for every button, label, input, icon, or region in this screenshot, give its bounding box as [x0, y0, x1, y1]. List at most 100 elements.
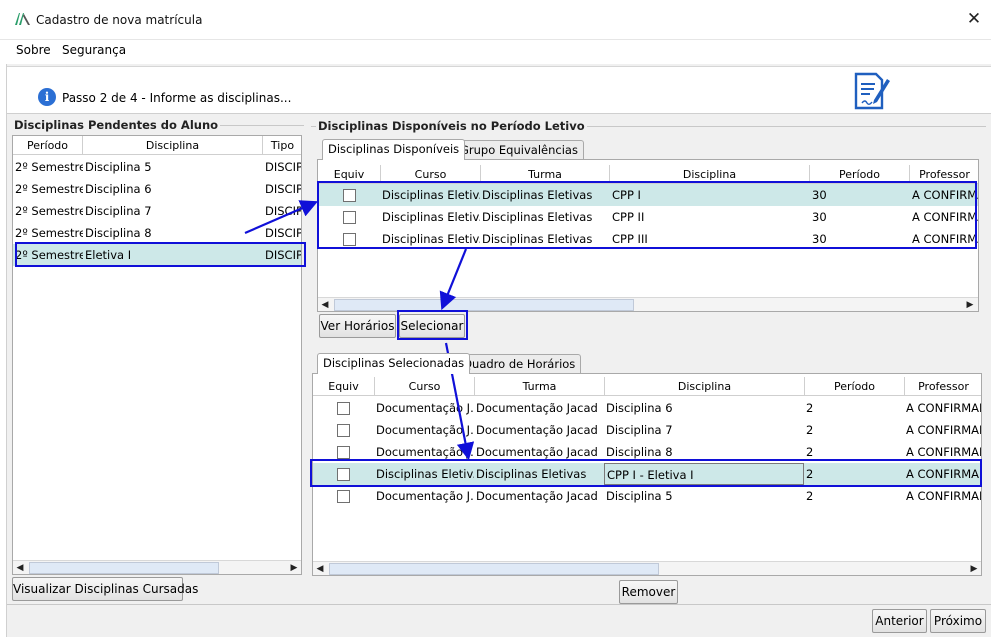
remover-button[interactable]: Remover: [619, 580, 678, 604]
table-row[interactable]: 2º Semestre Disciplina 8 DISCIPLI: [13, 222, 302, 244]
cell-professor: A CONFIRMAR: [912, 232, 978, 246]
cell-periodo: 2: [806, 423, 814, 437]
table-row[interactable]: Disciplinas Eletiv... Disciplinas Eletiv…: [318, 228, 978, 250]
window-title: Cadastro de nova matrícula: [36, 13, 203, 27]
cell-tipo: DISCIPLI: [265, 182, 302, 196]
scroll-left-icon[interactable]: ◀: [313, 562, 327, 575]
table-row[interactable]: Documentação J... Documentação Jacad Dis…: [313, 419, 981, 441]
col-periodo[interactable]: Período: [13, 136, 83, 155]
col-periodo[interactable]: Período: [810, 165, 910, 184]
cell-turma: Disciplinas Eletivas: [482, 232, 593, 246]
scroll-right-icon[interactable]: ▶: [967, 562, 981, 575]
proximo-button[interactable]: Próximo: [930, 609, 986, 633]
available-hscrollbar[interactable]: ◀ ▶: [318, 297, 978, 311]
scroll-thumb[interactable]: [334, 299, 634, 311]
col-disciplina[interactable]: Disciplina: [605, 377, 805, 396]
col-periodo[interactable]: Período: [805, 377, 905, 396]
table-row[interactable]: 2º Semestre Disciplina 5 DISCIPLI: [13, 156, 301, 178]
scroll-left-icon[interactable]: ◀: [13, 561, 27, 574]
cell-disciplina: CPP II: [612, 210, 645, 224]
cell-turma: Documentação Jacad: [476, 445, 598, 459]
table-row[interactable]: Disciplinas Eletiv... Disciplinas Eletiv…: [318, 206, 978, 228]
col-equiv[interactable]: Equiv: [318, 165, 381, 184]
menu-bar: [6, 40, 991, 64]
cell-turma: Disciplinas Eletivas: [476, 467, 587, 481]
ver-horarios-button[interactable]: Ver Horários: [319, 314, 396, 338]
pending-table[interactable]: Período Disciplina Tipo 2º Semestre Disc…: [12, 135, 302, 575]
selecionar-button[interactable]: Selecionar: [399, 314, 465, 338]
cell-disciplina: Disciplina 6: [85, 182, 152, 196]
available-table[interactable]: Equiv Curso Turma Disciplina Período Pro…: [317, 159, 979, 312]
equiv-checkbox[interactable]: [337, 468, 350, 481]
cell-periodo: 2º Semestre: [15, 248, 83, 262]
menu-seguranca[interactable]: Segurança: [62, 43, 126, 57]
close-icon[interactable]: ✕: [964, 9, 984, 29]
cell-curso: Disciplinas Eletiv...: [382, 188, 480, 202]
tab-quadro-horarios[interactable]: Quadro de Horários: [457, 354, 582, 374]
cell-professor: A CONFIRMAR: [906, 489, 981, 503]
cell-professor: A CONFIRMAR: [906, 445, 981, 459]
cell-periodo: 2º Semestre: [15, 182, 83, 196]
table-row[interactable]: 2º Semestre Disciplina 7 DISCIPLI: [13, 200, 302, 222]
scroll-thumb[interactable]: [29, 562, 219, 574]
cell-professor: A CONFIRMAR: [906, 401, 981, 415]
scroll-left-icon[interactable]: ◀: [318, 298, 332, 311]
scroll-right-icon[interactable]: ▶: [287, 561, 301, 574]
cell-turma: Disciplinas Eletivas: [482, 210, 593, 224]
table-row[interactable]: Documentação J... Documentação Jacad Dis…: [313, 397, 981, 419]
cell-periodo: 2º Semestre: [15, 226, 83, 240]
scroll-thumb[interactable]: [329, 563, 659, 575]
menu-sobre[interactable]: Sobre: [16, 43, 51, 57]
step-header: [7, 66, 991, 114]
equiv-checkbox[interactable]: [343, 233, 356, 246]
cell-disciplina: Disciplina 5: [85, 160, 152, 174]
selected-table[interactable]: Equiv Curso Turma Disciplina Período Pro…: [312, 373, 982, 576]
anterior-button[interactable]: Anterior: [872, 609, 927, 633]
col-turma[interactable]: Turma: [475, 377, 605, 396]
cell-periodo: 2: [806, 489, 814, 503]
col-professor[interactable]: Professor: [905, 377, 981, 396]
cell-curso: Documentação J...: [376, 489, 474, 503]
pending-hscrollbar[interactable]: ◀ ▶: [13, 560, 301, 574]
cell-turma: Documentação Jacad: [476, 401, 598, 415]
cell-tipo: DISCIPLI: [265, 226, 302, 240]
cell-curso: Documentação J...: [376, 445, 474, 459]
col-disciplina[interactable]: Disciplina: [83, 136, 263, 155]
cell-tipo: DISCIPLI: [265, 204, 302, 218]
table-row[interactable]: Documentação J... Documentação Jacad Dis…: [313, 441, 981, 463]
cell-professor: A CONFIRMAR: [906, 423, 981, 437]
cell-disciplina: Disciplina 8: [606, 445, 673, 459]
view-cursadas-button[interactable]: Visualizar Disciplinas Cursadas: [12, 577, 198, 601]
cell-professor: A CONFIRMAR: [912, 188, 978, 202]
cell-periodo: 30: [812, 188, 827, 202]
footer-divider: [7, 604, 991, 605]
tab-grupo-equivalencias[interactable]: Grupo Equivalências: [454, 140, 584, 160]
step-label: Passo 2 de 4 - Informe as disciplinas...: [62, 91, 292, 105]
equiv-checkbox[interactable]: [337, 490, 350, 503]
equiv-checkbox[interactable]: [337, 402, 350, 415]
tab-disciplinas-selecionadas[interactable]: Disciplinas Selecionadas: [317, 353, 471, 374]
equiv-checkbox[interactable]: [343, 211, 356, 224]
cell-disciplina-focused[interactable]: CPP I - Eletiva I: [604, 463, 804, 485]
col-professor[interactable]: Professor: [910, 165, 978, 184]
col-curso[interactable]: Curso: [381, 165, 481, 184]
col-disciplina[interactable]: Disciplina: [610, 165, 810, 184]
col-curso[interactable]: Curso: [375, 377, 475, 396]
selected-hscrollbar[interactable]: ◀ ▶: [313, 561, 981, 575]
table-row[interactable]: Documentação J... Documentação Jacad Dis…: [313, 485, 981, 507]
equiv-checkbox[interactable]: [337, 446, 350, 459]
col-equiv[interactable]: Equiv: [313, 377, 375, 396]
cell-turma: Documentação Jacad: [476, 489, 598, 503]
table-row-selected[interactable]: 2º Semestre Eletiva I DISCIPLI: [13, 244, 301, 266]
info-icon: i: [38, 88, 56, 106]
table-row-selected[interactable]: Disciplinas Eletiv... Disciplinas Eletiv…: [313, 463, 981, 485]
col-tipo[interactable]: Tipo: [263, 136, 301, 155]
col-turma[interactable]: Turma: [481, 165, 610, 184]
scroll-right-icon[interactable]: ▶: [963, 298, 977, 311]
cell-disciplina: CPP III: [612, 232, 648, 246]
table-row[interactable]: 2º Semestre Disciplina 6 DISCIPLI: [13, 178, 302, 200]
table-row-selected[interactable]: Disciplinas Eletiv... Disciplinas Eletiv…: [318, 184, 978, 206]
equiv-checkbox[interactable]: [337, 424, 350, 437]
tab-disciplinas-disponiveis[interactable]: Disciplinas Disponíveis: [322, 139, 466, 160]
equiv-checkbox[interactable]: [343, 189, 356, 202]
